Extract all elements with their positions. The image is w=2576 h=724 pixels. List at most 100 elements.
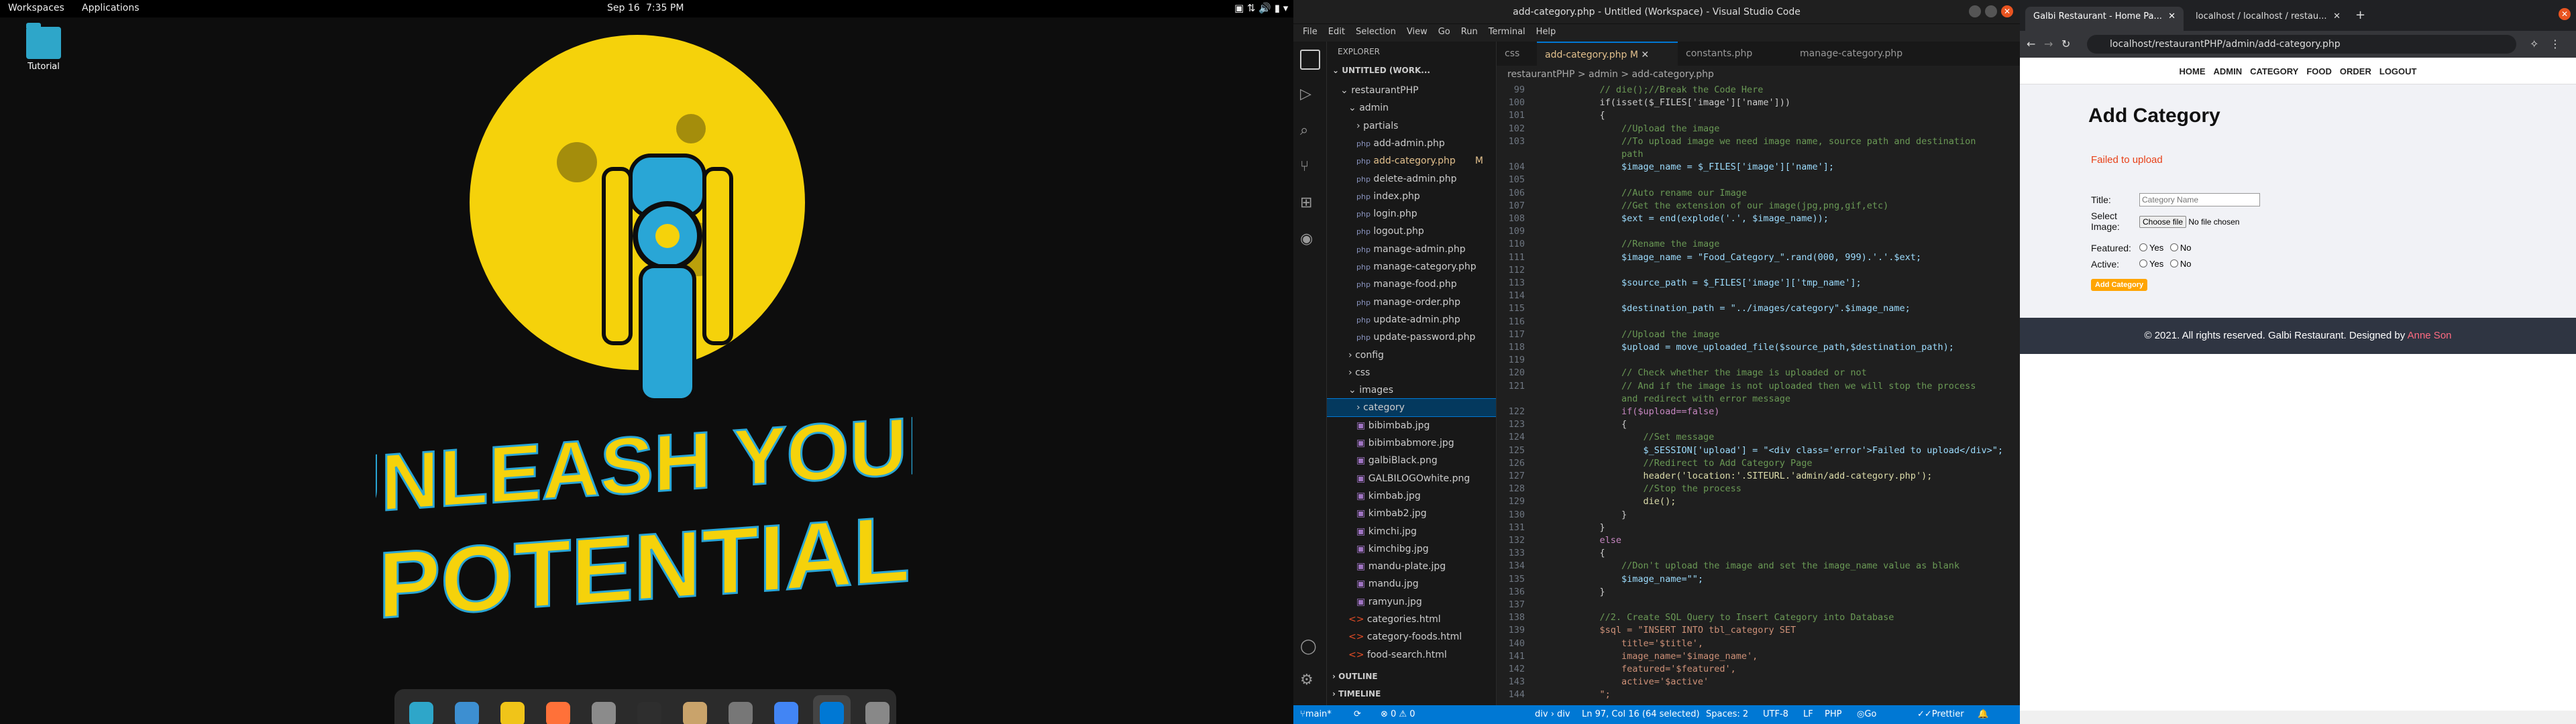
chrome-icon[interactable] [767, 695, 805, 724]
browser-tab-localhost[interactable]: localhost / localhost / restau... ✕ [2188, 7, 2349, 31]
close-icon[interactable]: ✕ [2001, 5, 2013, 17]
extensions-icon[interactable]: ✧ [2530, 38, 2538, 50]
site-nav-link[interactable]: CATEGORY [2250, 66, 2298, 76]
tree-item[interactable]: php manage-category.php [1327, 258, 1496, 276]
workspace-header[interactable]: ⌄ UNTITLED (WORK... [1332, 66, 1430, 75]
site-nav-link[interactable]: ADMIN [2214, 66, 2243, 76]
editor-tab[interactable]: css [1497, 42, 1537, 66]
tree-item[interactable]: php update-password.php [1327, 328, 1496, 346]
close-icon[interactable]: ✕ [2168, 7, 2176, 27]
tree-item[interactable]: ⌄ admin [1327, 99, 1496, 117]
tree-item[interactable]: php add-admin.php [1327, 135, 1496, 152]
tree-item[interactable]: <> category-foods.html [1327, 628, 1496, 646]
tree-item[interactable]: ⌄ images [1327, 381, 1496, 399]
tree-item[interactable]: php manage-admin.php [1327, 241, 1496, 258]
choose-file-button[interactable]: Choose file [2139, 216, 2187, 228]
desktop-folder-tutorial[interactable]: Tutorial [20, 23, 67, 72]
reload-icon[interactable]: ↻ [2061, 38, 2070, 50]
tree-item[interactable]: php update-admin.php [1327, 311, 1496, 328]
branch-status[interactable]: ⑂ main* [1300, 705, 1332, 724]
footer-link[interactable]: Anne Son [2408, 330, 2452, 341]
tree-item[interactable]: ▣ mandu.jpg [1327, 575, 1496, 593]
menu-item[interactable]: File [1303, 27, 1318, 37]
outline-section[interactable]: › OUTLINE [1332, 672, 1378, 681]
settings-icon[interactable] [722, 695, 759, 724]
site-nav-link[interactable]: LOGOUT [2379, 66, 2417, 76]
new-tab-button[interactable]: + [2355, 8, 2365, 22]
tree-item[interactable]: php login.php [1327, 205, 1496, 223]
close-icon[interactable]: ✕ [2333, 7, 2341, 27]
run-debug-icon[interactable]: ▷ [1300, 86, 1320, 106]
applications-menu[interactable]: Applications [82, 3, 140, 13]
file-manager-icon[interactable] [585, 695, 623, 724]
tree-item[interactable]: php delete-admin.php [1327, 170, 1496, 188]
menu-item[interactable]: Terminal [1489, 27, 1525, 37]
source-control-icon[interactable]: ⑂ [1300, 158, 1320, 178]
problems-status[interactable]: ⊗ 0 ⚠ 0 [1381, 705, 1415, 724]
add-category-button[interactable]: Add Category [2091, 279, 2148, 291]
tree-item[interactable]: › partials [1327, 117, 1496, 135]
tree-item[interactable]: php logout.php [1327, 223, 1496, 240]
tree-item[interactable]: ▣ galbiBlack.png [1327, 452, 1496, 469]
site-nav-link[interactable]: HOME [2180, 66, 2206, 76]
minimize-icon[interactable] [1969, 5, 1981, 17]
menu-item[interactable]: Selection [1356, 27, 1396, 37]
apps-grid-icon[interactable] [494, 695, 531, 724]
menu-item[interactable]: Edit [1328, 27, 1345, 37]
menu-item[interactable]: Go [1438, 27, 1450, 37]
close-icon[interactable]: ✕ [2559, 8, 2571, 20]
tree-item[interactable]: ▣ GALBILOGOwhite.png [1327, 470, 1496, 487]
featured-yes-radio[interactable] [2139, 243, 2147, 251]
bell-icon[interactable]: 🔔 [1978, 705, 1988, 724]
horizontal-scrollbar[interactable] [2020, 711, 2576, 724]
site-nav-link[interactable]: FOOD [2306, 66, 2332, 76]
gear-icon[interactable]: ⚙ [1300, 672, 1320, 692]
tree-item[interactable]: php manage-food.php [1327, 276, 1496, 293]
firefox-icon[interactable] [539, 695, 577, 724]
search-app-icon[interactable] [402, 695, 440, 724]
sync-icon[interactable]: ⟳ [1354, 705, 1361, 724]
usb-icon[interactable] [859, 695, 896, 724]
active-no-radio[interactable] [2169, 259, 2178, 267]
clock-time[interactable]: 7:35 PM [646, 3, 684, 13]
code-editor[interactable]: 99 // die();//Break the Code Here 100 if(… [1497, 83, 2020, 705]
kebab-menu-icon[interactable]: ⋮ [2550, 38, 2561, 50]
file-input[interactable]: Choose file No file chosen [2139, 216, 2239, 228]
go-live-button[interactable]: ◎ Go Live [1857, 705, 1876, 724]
workspaces-button[interactable]: Workspaces [8, 3, 64, 13]
eol-status[interactable]: LF [1803, 705, 1813, 724]
tree-item[interactable]: php index.php [1327, 188, 1496, 205]
tree-item[interactable]: ▣ ramyun.jpg [1327, 593, 1496, 611]
timeline-section[interactable]: › TIMELINE [1332, 689, 1381, 699]
tree-item[interactable]: ▣ kimchi.jpg [1327, 523, 1496, 540]
prettier-status[interactable]: ✓✓ Prettier [1917, 705, 1964, 724]
forward-icon[interactable]: → [2044, 38, 2053, 50]
editor-tab[interactable]: constants.php [1678, 42, 1792, 66]
menu-item[interactable]: Help [1536, 27, 1556, 37]
extensions-icon[interactable]: ⊞ [1300, 194, 1320, 215]
vscode-icon[interactable] [813, 695, 851, 724]
tree-item[interactable]: › config [1327, 347, 1496, 364]
browser-tab-galbi[interactable]: Galbi Restaurant - Home Pa... ✕ [2025, 7, 2184, 31]
tree-item[interactable]: › category [1327, 398, 1496, 418]
active-yes-radio[interactable] [2139, 259, 2147, 267]
tree-item[interactable]: ▣ kimbab.jpg [1327, 487, 1496, 505]
editor-tab[interactable]: add-category.php M ✕ [1537, 42, 1678, 66]
system-tray-icons[interactable]: ▣ ⇅ 🔊 ▮ ▾ [1234, 2, 1288, 14]
github-icon[interactable]: ◉ [1300, 231, 1320, 251]
editor-tab[interactable]: manage-category.php [1792, 42, 1939, 66]
address-bar[interactable]: localhost/restaurantPHP/admin/add-catego… [2087, 35, 2516, 54]
search-icon[interactable]: ⌕ [1300, 122, 1320, 142]
clock-date[interactable]: Sep 16 [607, 3, 640, 13]
files-icon[interactable] [448, 695, 486, 724]
site-nav-link[interactable]: ORDER [2340, 66, 2371, 76]
tree-item[interactable]: ⌄ restaurantPHP [1327, 82, 1496, 99]
explorer-icon[interactable] [1300, 50, 1320, 70]
tree-item[interactable]: › css [1327, 364, 1496, 381]
tree-item[interactable]: <> categories.html [1327, 611, 1496, 628]
category-name-input[interactable] [2139, 193, 2260, 206]
archive-icon[interactable] [676, 695, 714, 724]
tree-item[interactable]: ▣ kimbab2.jpg [1327, 505, 1496, 522]
tree-item[interactable]: ▣ bibimbabmore.jpg [1327, 434, 1496, 452]
tree-item[interactable]: ▣ kimchibg.jpg [1327, 540, 1496, 558]
